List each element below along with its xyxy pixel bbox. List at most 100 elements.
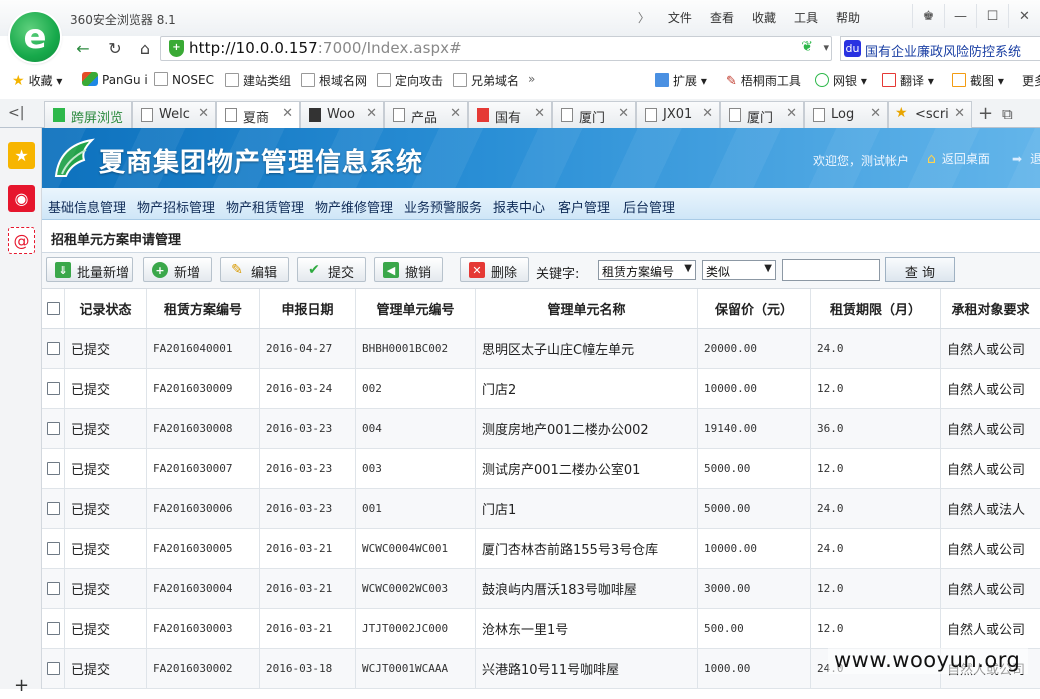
bookmark-targeted-attack[interactable]: 定向攻击	[377, 72, 443, 89]
close-icon[interactable]: ✕	[954, 106, 965, 121]
tab-xiamen-1[interactable]: 厦门 ✕	[552, 101, 636, 128]
tab-wooyun[interactable]: Woo ✕	[300, 101, 384, 128]
tab-script[interactable]: ★ <scri ✕	[888, 101, 972, 128]
menu-help[interactable]: 帮助	[836, 9, 860, 26]
close-icon[interactable]: ✕	[366, 106, 377, 121]
bookmark-root-domain[interactable]: 根域名网	[301, 72, 367, 89]
search-input[interactable]: du 国有企业廉政风险防控系统	[840, 36, 1040, 61]
keyword-input[interactable]	[782, 259, 880, 281]
query-button[interactable]: 查 询	[885, 257, 955, 282]
row-checkbox[interactable]	[46, 342, 60, 355]
tab-xiashang[interactable]: 夏商 ✕	[216, 101, 300, 129]
skin-icon[interactable]: ♚	[912, 4, 944, 28]
refresh-icon[interactable]: ↻	[104, 37, 126, 59]
close-button[interactable]: ✕	[1008, 4, 1040, 28]
toolbar-ebank[interactable]: 网银 ▾	[815, 72, 867, 89]
bookmark-nosec[interactable]: NOSEC	[154, 72, 214, 87]
new-tab-button[interactable]: +	[978, 103, 993, 124]
close-icon[interactable]: ✕	[282, 106, 293, 121]
delete-button[interactable]: ✕ 删除	[460, 257, 529, 282]
menu-tender[interactable]: 物产招标管理	[137, 197, 215, 216]
url-input[interactable]: + http://10.0.0.157:7000/Index.aspx# ❦ ▾	[160, 36, 832, 61]
mail-at-icon[interactable]: @	[8, 227, 35, 254]
menu-admin[interactable]: 后台管理	[623, 197, 675, 216]
tab-jx01[interactable]: JX01 ✕	[636, 101, 720, 128]
menu-favorites[interactable]: 收藏	[752, 9, 776, 26]
table-row[interactable]: 已提交 FA2016030006 2016-03-23 001 门店1 5000.00 24…	[42, 489, 1040, 529]
chevron-down-icon[interactable]: ▾	[823, 41, 829, 54]
col-plan-no[interactable]: 租赁方案编号	[147, 289, 260, 328]
bookmarks-overflow-icon[interactable]: »	[528, 72, 535, 86]
col-reserve-price[interactable]: 保留价（元）	[698, 289, 811, 328]
menu-repair[interactable]: 物产维修管理	[315, 197, 393, 216]
bookmark-sibling-domain[interactable]: 兄弟域名	[453, 72, 519, 89]
bookmark-pangu[interactable]: PanGu i	[82, 72, 148, 87]
menu-tools[interactable]: 工具	[794, 9, 818, 26]
col-date[interactable]: 申报日期	[260, 289, 356, 328]
col-unit-name[interactable]: 管理单元名称	[476, 289, 698, 328]
tab-cross-screen[interactable]: 跨屏浏览	[44, 101, 132, 128]
maximize-button[interactable]: ☐	[976, 4, 1008, 28]
toolbar-extensions[interactable]: 扩展 ▾	[655, 72, 707, 89]
chevron-right-icon[interactable]: 〉	[638, 9, 650, 26]
close-icon[interactable]: ✕	[618, 106, 629, 121]
close-icon[interactable]: ✕	[786, 106, 797, 121]
match-select[interactable]: 类似 ▼	[702, 260, 776, 280]
toolbar-screenshot[interactable]: 截图 ▾	[952, 72, 1004, 89]
row-checkbox[interactable]	[46, 382, 60, 395]
menu-basic-info[interactable]: 基础信息管理	[48, 197, 126, 216]
col-unit-no[interactable]: 管理单元编号	[356, 289, 476, 328]
tab-state-owned[interactable]: 国有 ✕	[468, 101, 552, 128]
url-text[interactable]: http://10.0.0.157:7000/Index.aspx#	[189, 39, 462, 57]
toolbar-translate[interactable]: 翻译 ▾	[882, 72, 934, 89]
table-row[interactable]: 已提交 FA2016030007 2016-03-23 003 测试房产001二楼办公室…	[42, 449, 1040, 489]
batch-add-button[interactable]: ⇓ 批量新增	[46, 257, 133, 282]
row-checkbox[interactable]	[46, 582, 60, 595]
sidebar-add-icon[interactable]: +	[8, 672, 35, 699]
menu-view[interactable]: 查看	[710, 9, 734, 26]
close-icon[interactable]: ✕	[702, 106, 713, 121]
return-desktop-link[interactable]: ⌂ 返回桌面	[927, 150, 990, 167]
row-checkbox[interactable]	[46, 502, 60, 515]
weibo-icon[interactable]: ◉	[8, 185, 35, 212]
favorites-star-icon[interactable]: ★	[8, 142, 35, 169]
close-icon[interactable]: ✕	[198, 106, 209, 121]
row-checkbox[interactable]	[46, 422, 60, 435]
close-icon[interactable]: ✕	[534, 106, 545, 121]
select-all-checkbox[interactable]	[46, 302, 60, 315]
col-lease-term[interactable]: 租赁期限（月）	[811, 289, 941, 328]
field-select[interactable]: 租赁方案编号 ▼	[598, 260, 696, 280]
toolbar-wutongyu[interactable]: ✎ 梧桐雨工具	[726, 72, 801, 89]
bookmark-site-group[interactable]: 建站类组	[225, 72, 291, 89]
menu-alert[interactable]: 业务预警服务	[404, 197, 482, 216]
row-checkbox[interactable]	[46, 622, 60, 635]
logout-link[interactable]: ➡ 退	[1012, 150, 1040, 167]
tab-list-icon[interactable]: ⧉	[1002, 105, 1013, 123]
tab-scroll-left-icon[interactable]: <|	[8, 105, 24, 121]
toolbar-more[interactable]: 更多	[1010, 72, 1040, 89]
tab-log[interactable]: Log ✕	[804, 101, 888, 128]
edit-button[interactable]: ✎ 编辑	[220, 257, 289, 282]
submit-button[interactable]: ✔ 提交	[297, 257, 366, 282]
menu-reports[interactable]: 报表中心	[493, 197, 545, 216]
minimize-button[interactable]: —	[944, 4, 976, 28]
row-checkbox[interactable]	[46, 662, 60, 675]
row-checkbox[interactable]	[46, 542, 60, 555]
browser-logo-icon[interactable]: e	[10, 12, 60, 62]
close-icon[interactable]: ✕	[450, 106, 461, 121]
bookmark-favorites[interactable]: ★ 收藏 ▾	[12, 72, 62, 89]
close-icon[interactable]: ✕	[870, 106, 881, 121]
table-row[interactable]: 已提交 FA2016030008 2016-03-23 004 测度房地产001二楼办公…	[42, 409, 1040, 449]
add-button[interactable]: + 新增	[143, 257, 212, 282]
table-row[interactable]: 已提交 FA2016030005 2016-03-21 WCWC0004WC001 厦门…	[42, 529, 1040, 569]
menu-file[interactable]: 文件	[668, 9, 692, 26]
menu-lease[interactable]: 物产租赁管理	[226, 197, 304, 216]
tab-product[interactable]: 产品 ✕	[384, 101, 468, 128]
back-arrow-icon[interactable]: ←	[72, 37, 94, 59]
tab-xiamen-2[interactable]: 厦门 ✕	[720, 101, 804, 128]
compat-mode-icon[interactable]: ❦	[801, 39, 813, 55]
table-row[interactable]: 已提交 FA2016040001 2016-04-27 BHBH0001BC002 思明…	[42, 329, 1040, 369]
table-row[interactable]: 已提交 FA2016030004 2016-03-21 WCWC0002WC003 鼓浪…	[42, 569, 1040, 609]
col-tenant-req[interactable]: 承租对象要求	[941, 289, 1040, 328]
row-checkbox[interactable]	[46, 462, 60, 475]
